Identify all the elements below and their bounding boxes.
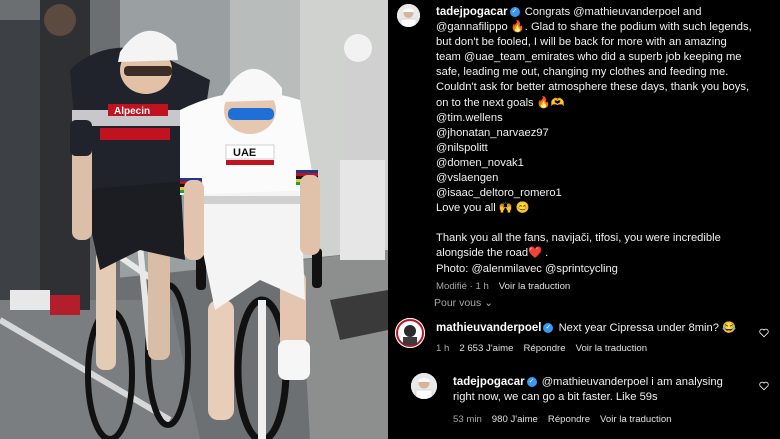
post-caption: tadejpogacar ✓ Congrats @mathieuvanderpoe… <box>436 5 766 294</box>
mention-link[interactable]: @tim.wellens <box>436 111 766 126</box>
comment-likes[interactable]: 980 J'aime <box>492 414 538 425</box>
translate-link[interactable]: Voir la traduction <box>576 343 647 354</box>
mention-link[interactable]: @isaac_deltoro_romero1 <box>436 186 766 201</box>
caption-line: Photo: @alenmilavec @sprintcycling <box>436 262 618 275</box>
reply-button[interactable]: Répondre <box>548 414 590 425</box>
caption-line: but don't be fooled, I will be back for … <box>436 36 727 49</box>
screenshot: Alpecin UAE tadejpogacar ✓ Congrats @mat… <box>0 0 780 439</box>
caption-line: safe, leading me out, changing my clothe… <box>436 66 729 79</box>
verified-badge-icon: ✓ <box>526 376 537 387</box>
caption-line: Thank you all the fans, navijači, tifosi… <box>436 232 721 245</box>
verified-badge-icon: ✓ <box>543 322 554 333</box>
caption-line: Couldn't ask for better atmosphere these… <box>436 81 750 94</box>
caption-line: @gannafilippo 🔥. Glad to share the podiu… <box>436 21 752 34</box>
verified-badge-icon: ✓ <box>509 6 520 17</box>
commenter-avatar[interactable] <box>395 318 425 348</box>
comment-meta: 53 min 980 J'aime Répondre Voir la traducti… <box>453 412 763 427</box>
post-translate-link[interactable]: Voir la traduction <box>499 281 570 292</box>
mention-link[interactable]: @vslaengen <box>436 171 766 186</box>
mention-link[interactable]: @jhonatan_narvaez97 <box>436 126 766 141</box>
reply-button[interactable]: Répondre <box>523 343 565 354</box>
like-heart-icon[interactable] <box>759 328 769 338</box>
caption-line: Congrats @mathieuvanderpoel and <box>524 6 702 18</box>
comment-item: mathieuvanderpoel ✓ Next year Cipressa un… <box>436 321 756 356</box>
post-meta: Modifié · 1 h Voir la traduction <box>436 279 766 294</box>
reply-item: tadejpogacar ✓ @mathieuvanderpoel i am an… <box>453 375 763 427</box>
comment-time: 1 h <box>436 343 450 354</box>
jersey-team-text: UAE <box>233 147 256 159</box>
sort-comments-dropdown[interactable]: Pour vous ⌄ <box>434 297 493 309</box>
comment-username[interactable]: tadejpogacar <box>453 376 525 388</box>
caption-line: alongside the road❤️ . <box>436 247 549 260</box>
caption-line: team @uae_team_emirates who did a superb… <box>436 51 742 64</box>
caption-line: on to the next goals 🔥🫶 <box>436 96 565 109</box>
comment-username[interactable]: mathieuvanderpoel <box>436 322 541 334</box>
mention-link[interactable]: @domen_novak1 <box>436 156 766 171</box>
jersey-sponsor-text: Alpecin <box>114 106 150 117</box>
post-author-avatar[interactable] <box>397 4 420 27</box>
like-heart-icon[interactable] <box>759 381 769 391</box>
commenter-avatar[interactable] <box>411 373 437 399</box>
post-time: Modifié · 1 h <box>436 280 489 292</box>
comment-text: right now, we can go a bit faster. Like … <box>453 391 658 403</box>
comment-text: Next year Cipressa under 8min? 😂 <box>558 322 737 334</box>
comment-text: @mathieuvanderpoel i am analysing <box>541 376 723 388</box>
translate-link[interactable]: Voir la traduction <box>600 414 671 425</box>
instagram-comments-panel: tadejpogacar ✓ Congrats @mathieuvanderpoe… <box>388 0 780 439</box>
comment-meta: 1 h 2 653 J'aime Répondre Voir la traductio… <box>436 341 756 356</box>
race-photo: Alpecin UAE <box>0 0 388 439</box>
mention-link[interactable]: @nilspolitt <box>436 141 766 156</box>
comment-time: 53 min <box>453 414 482 425</box>
post-author-username[interactable]: tadejpogacar <box>436 6 508 18</box>
comment-likes[interactable]: 2 653 J'aime <box>459 343 513 354</box>
caption-line: Love you all 🙌 😊 <box>436 202 530 215</box>
